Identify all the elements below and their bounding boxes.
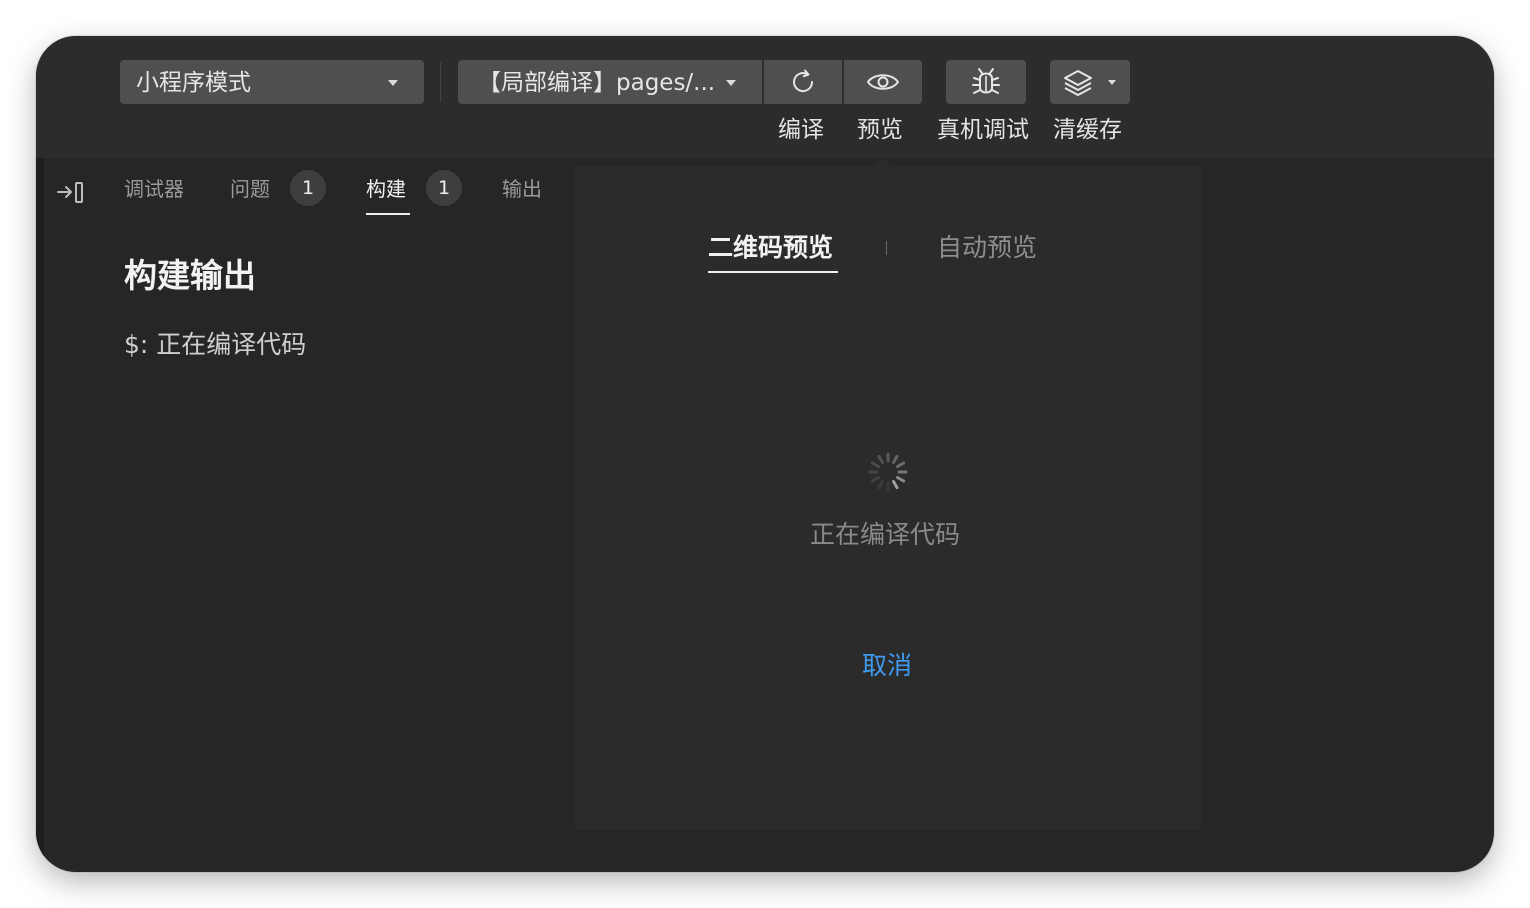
eye-icon	[866, 74, 900, 90]
tab-qr-preview[interactable]: 二维码预览	[708, 232, 833, 264]
active-preview-tab-indicator	[708, 271, 838, 273]
device-debug-label[interactable]: 真机调试	[937, 116, 1029, 144]
active-tab-indicator	[366, 213, 410, 215]
build-output-line: $: 正在编译代码	[124, 330, 307, 359]
tab-output[interactable]: 输出	[502, 176, 542, 202]
tab-build[interactable]: 构建	[366, 176, 406, 202]
cancel-link[interactable]: 取消	[862, 650, 912, 682]
tab-debugger[interactable]: 调试器	[124, 176, 184, 202]
compile-label[interactable]: 编译	[778, 116, 824, 144]
build-count-badge: 1	[426, 170, 462, 206]
clear-cache-button[interactable]	[1050, 60, 1130, 104]
tab-separator	[886, 241, 887, 255]
toolbar-divider	[440, 62, 441, 102]
chevron-down-icon	[388, 80, 398, 86]
loading-status-text: 正在编译代码	[810, 520, 961, 549]
layers-icon	[1064, 70, 1092, 96]
refresh-icon	[793, 69, 814, 93]
issues-count-badge: 1	[290, 170, 326, 206]
loading-spinner-icon	[868, 452, 908, 492]
bug-icon	[972, 68, 1000, 94]
build-output-title: 构建输出	[124, 256, 256, 295]
clear-cache-label[interactable]: 清缓存	[1053, 116, 1122, 144]
left-gutter	[36, 158, 44, 872]
tab-auto-preview[interactable]: 自动预览	[937, 232, 1037, 264]
tab-issues[interactable]: 问题	[230, 176, 270, 202]
mode-select-dropdown[interactable]: 小程序模式	[120, 60, 424, 104]
preview-popover	[574, 166, 1202, 830]
preview-button[interactable]	[844, 60, 922, 104]
device-debug-button[interactable]	[946, 60, 1026, 104]
collapse-panel-icon[interactable]	[56, 180, 86, 204]
preview-label[interactable]: 预览	[857, 116, 903, 144]
mode-select-label: 小程序模式	[136, 70, 251, 96]
chevron-down-icon	[726, 80, 736, 86]
compile-button[interactable]	[764, 60, 842, 104]
compile-mode-label: 【局部编译】pages/...	[478, 70, 716, 96]
toolbar: 小程序模式 【局部编译】pages/... 编译 预览 真机调试 清缓存	[36, 36, 1494, 158]
compile-mode-dropdown[interactable]: 【局部编译】pages/...	[458, 60, 762, 104]
devtools-window: 小程序模式 【局部编译】pages/... 编译 预览 真机调试 清缓存 调试器…	[36, 36, 1494, 872]
chevron-down-icon	[1108, 80, 1116, 85]
